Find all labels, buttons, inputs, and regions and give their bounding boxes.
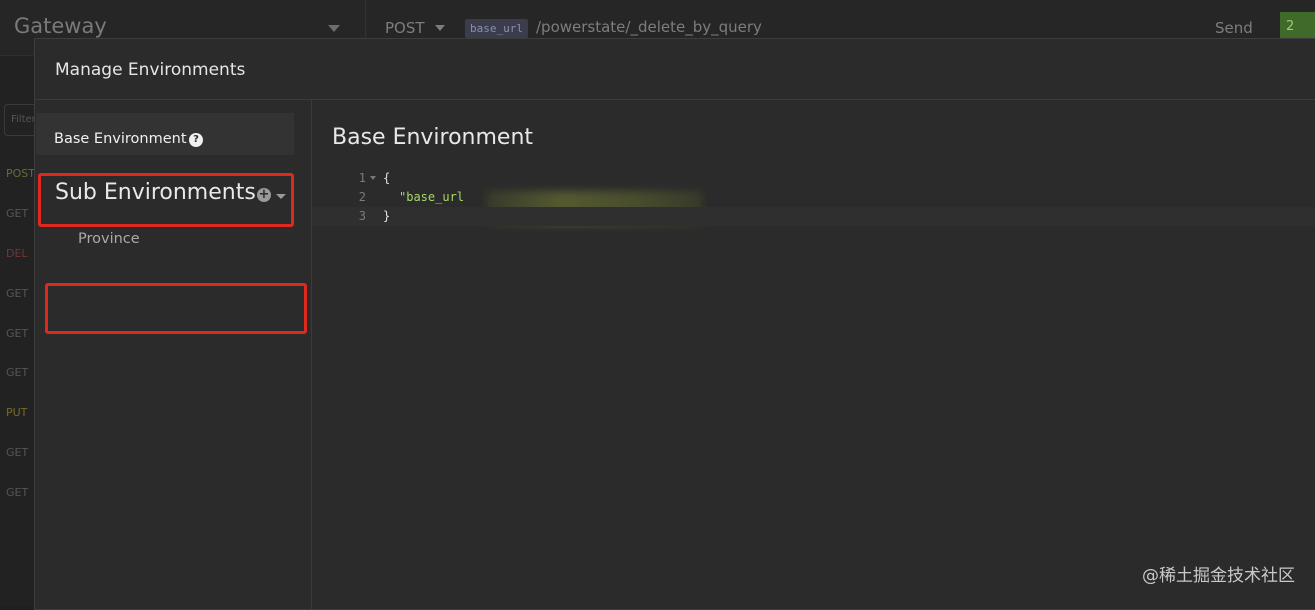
request-sidebar: Filter POST GET DEL GET GET GET PUT GET … [0,56,46,606]
line-number: 3 [358,209,366,223]
highlight-box-province [45,283,307,334]
fold-caret-icon[interactable] [370,176,376,180]
help-icon[interactable]: ? [189,133,203,147]
json-key: "base_url [399,190,465,204]
code-line: 3 } [312,207,1315,226]
chevron-down-icon[interactable] [328,25,340,32]
chevron-down-icon[interactable] [435,25,445,31]
url-path-input[interactable]: /powerstate/_delete_by_query [536,18,762,36]
modal-title: Manage Environments [55,60,246,80]
request-item[interactable]: GET [6,207,28,220]
sub-environments-heading: Sub Environments [55,180,256,205]
json-editor[interactable]: 1 { 2 "base_url 3 } [312,169,1315,226]
send-button[interactable]: Send [1215,19,1253,37]
workspace-title[interactable]: Gateway [14,14,107,38]
manage-environments-modal: Manage Environments Base Environment ? S… [34,38,1315,610]
code-line: 2 "base_url [312,188,1315,225]
modal-header: Manage Environments [35,39,1315,100]
code-line: 1 { [312,169,1315,188]
line-number: 2 [358,190,366,204]
code-text: { [383,171,391,185]
environments-sidebar: Base Environment ? Sub Environments + Pr… [35,100,312,609]
request-item[interactable]: GET [6,446,28,459]
url-variable-tag[interactable]: base_url [465,19,528,38]
request-item[interactable]: POST [6,167,35,180]
editor-title: Base Environment [332,125,534,150]
request-item[interactable]: GET [6,486,28,499]
sub-environment-item-province[interactable]: Province [78,231,140,247]
request-item[interactable]: PUT [6,406,27,419]
base-environment-label[interactable]: Base Environment [54,131,187,147]
request-item[interactable]: GET [6,327,28,340]
plus-circle-icon[interactable]: + [257,188,271,202]
http-method-select[interactable]: POST [385,19,425,37]
line-number: 1 [358,171,366,185]
code-text: } [383,209,391,223]
request-item[interactable]: GET [6,287,28,300]
request-item[interactable]: DEL [6,247,28,260]
request-item[interactable]: GET [6,366,28,379]
chevron-down-icon[interactable] [276,194,286,199]
watermark: @稀土掘金技术社区 [1142,566,1295,586]
